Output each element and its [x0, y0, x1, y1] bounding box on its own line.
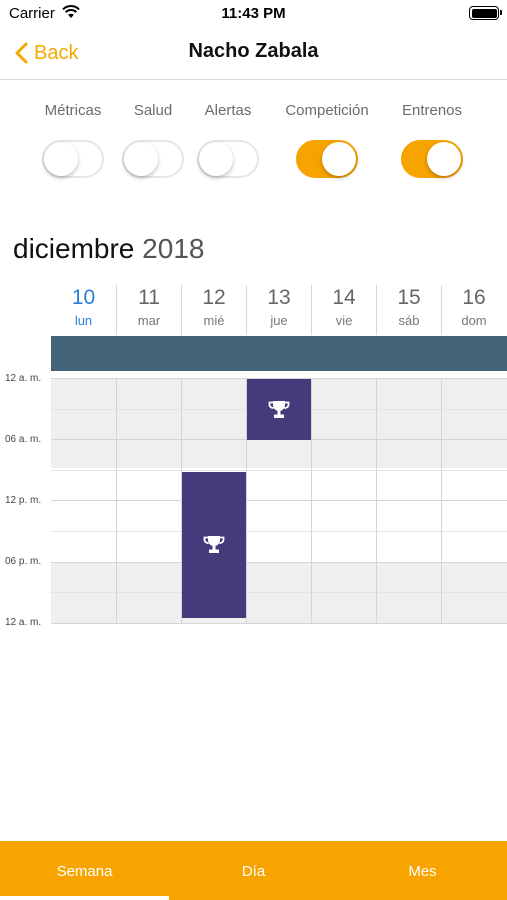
- day-column-header[interactable]: 10 lun: [51, 285, 116, 335]
- tab-label: Semana: [56, 863, 113, 880]
- grid-line: [51, 500, 507, 501]
- day-name: mar: [137, 313, 161, 328]
- time-label: 12 a. m.: [5, 373, 42, 384]
- toggle-metricas: Métricas: [28, 100, 118, 183]
- battery-icon: [469, 6, 502, 20]
- alertas-switch[interactable]: [197, 140, 259, 178]
- entrenos-switch[interactable]: [401, 140, 463, 178]
- competition-event[interactable]: [182, 472, 246, 618]
- time-label: 06 p. m.: [5, 556, 42, 567]
- competition-event[interactable]: [247, 379, 311, 440]
- day-number: 12: [202, 286, 226, 309]
- toggle-label: Competición: [285, 102, 369, 119]
- status-bar: Carrier 11:43 PM: [0, 0, 507, 28]
- week-grid[interactable]: [51, 378, 507, 624]
- tab-semana[interactable]: Semana: [0, 841, 169, 900]
- time-label: 12 a. m.: [5, 617, 42, 628]
- day-name: sáb: [398, 313, 420, 328]
- month-name: diciembre: [13, 233, 135, 264]
- day-name: jue: [270, 313, 288, 328]
- metricas-switch[interactable]: [42, 140, 104, 178]
- grid-column-line: [376, 378, 377, 624]
- toggle-alertas: Alertas: [183, 100, 273, 183]
- grid-line: [51, 531, 507, 532]
- toggle-label: Métricas: [44, 102, 102, 119]
- day-number: 13: [267, 286, 291, 309]
- day-column-header[interactable]: 14 vie: [311, 285, 376, 335]
- week-day-header: 10 lun 11 mar 12 mié 13 jue 14 vie 15 sá…: [51, 285, 507, 335]
- grid-line: [51, 623, 507, 624]
- navigation-bar: Back Nacho Zabala: [0, 28, 507, 80]
- time-label: 12 p. m.: [5, 495, 42, 506]
- day-column-header[interactable]: 16 dom: [441, 285, 506, 335]
- trophy-icon: [268, 400, 290, 418]
- toggle-label: Alertas: [204, 102, 252, 119]
- status-time: 11:43 PM: [221, 5, 286, 22]
- day-column-header[interactable]: 11 mar: [116, 285, 181, 335]
- all-day-event-bar[interactable]: [51, 336, 507, 371]
- salud-switch[interactable]: [122, 140, 184, 178]
- month-year: 2018: [142, 233, 205, 264]
- day-column-header[interactable]: 15 sáb: [376, 285, 441, 335]
- day-name: vie: [335, 313, 353, 328]
- tab-label: Día: [241, 863, 266, 880]
- category-toggles: Métricas Salud Alertas Competición Entre…: [28, 100, 488, 190]
- day-number: 10: [71, 286, 96, 309]
- grid-line: [51, 562, 507, 563]
- tab-mes[interactable]: Mes: [338, 841, 507, 900]
- month-header: diciembre 2018: [13, 233, 204, 265]
- toggle-competicion: Competición: [269, 100, 385, 183]
- grid-column-line: [441, 378, 442, 624]
- trophy-icon: [203, 536, 225, 553]
- page-title: Nacho Zabala: [188, 40, 319, 62]
- day-name: dom: [461, 313, 487, 328]
- active-tab-indicator: [0, 896, 169, 900]
- night-band: [51, 562, 507, 624]
- toggle-entrenos: Entrenos: [387, 100, 477, 183]
- grid-column-line: [311, 378, 312, 624]
- day-name: lun: [74, 313, 93, 328]
- tab-dia[interactable]: Día: [169, 841, 338, 900]
- tab-label: Mes: [408, 863, 437, 880]
- toggle-label: Entrenos: [401, 102, 463, 119]
- grid-line: [51, 470, 507, 471]
- day-number: 16: [462, 286, 486, 309]
- day-number: 14: [332, 286, 356, 309]
- bottom-tab-bar: Semana Día Mes: [0, 841, 507, 900]
- day-name: mié: [203, 313, 225, 328]
- day-column-header[interactable]: 13 jue: [246, 285, 311, 335]
- grid-column-line: [116, 378, 117, 624]
- competicion-switch[interactable]: [296, 140, 358, 178]
- grid-line: [51, 592, 507, 593]
- day-number: 15: [397, 286, 421, 309]
- day-number: 11: [138, 286, 160, 309]
- day-column-header[interactable]: 12 mié: [181, 285, 246, 335]
- time-label: 06 a. m.: [5, 434, 42, 445]
